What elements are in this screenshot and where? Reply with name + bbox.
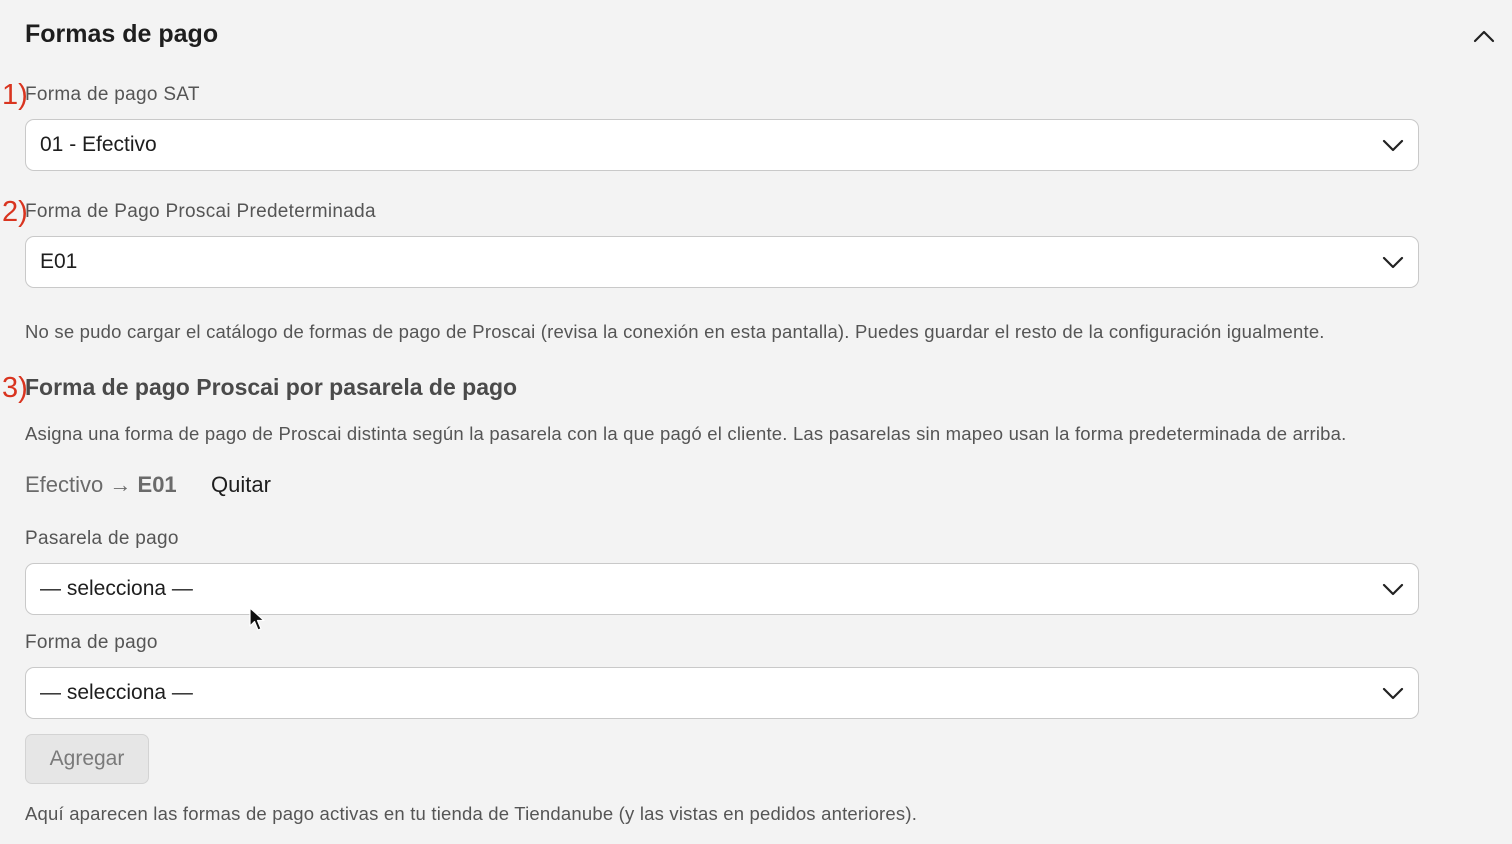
payment-method-label: Forma de pago xyxy=(25,632,158,653)
remove-mapping-button[interactable]: Quitar xyxy=(211,472,271,498)
annotation-marker-3: 3) xyxy=(2,372,28,404)
gateway-mapping-description: Asigna una forma de pago de Proscai dist… xyxy=(25,423,1347,444)
payment-method-select[interactable]: — selecciona — xyxy=(25,667,1419,719)
footer-note: Aquí aparecen las formas de pago activas… xyxy=(25,803,918,824)
add-mapping-button[interactable]: Agregar xyxy=(25,734,149,784)
sat-payment-label: Forma de pago SAT xyxy=(25,84,200,105)
default-proscai-select[interactable]: E01 xyxy=(25,236,1419,288)
default-proscai-value: E01 xyxy=(40,250,78,273)
chevron-up-icon[interactable] xyxy=(1472,26,1496,46)
sat-payment-select[interactable]: 01 - Efectivo xyxy=(25,119,1419,171)
mapping-gateway: Efectivo xyxy=(25,472,104,497)
gateway-mapping-heading: Forma de pago Proscai por pasarela de pa… xyxy=(25,374,518,400)
section-title: Formas de pago xyxy=(25,20,219,48)
sat-payment-value: 01 - Efectivo xyxy=(40,133,157,156)
gateway-label: Pasarela de pago xyxy=(25,528,179,549)
chevron-down-icon xyxy=(1382,256,1404,269)
chevron-down-icon xyxy=(1382,687,1404,700)
chevron-down-icon xyxy=(1382,583,1404,596)
mouse-cursor-icon xyxy=(249,607,265,631)
gateway-select-value: — selecciona — xyxy=(40,577,193,600)
mapping-code: E01 xyxy=(137,472,177,497)
arrow-icon: → xyxy=(109,472,132,497)
annotation-marker-1: 1) xyxy=(2,79,28,111)
gateway-select[interactable]: — selecciona — xyxy=(25,563,1419,615)
mapping-row: Efectivo → E01 xyxy=(25,472,177,498)
catalog-error-note: No se pudo cargar el catálogo de formas … xyxy=(25,321,1325,342)
payment-method-select-value: — selecciona — xyxy=(40,681,193,704)
chevron-down-icon xyxy=(1382,139,1404,152)
default-proscai-label: Forma de Pago Proscai Predeterminada xyxy=(25,201,376,222)
annotation-marker-2: 2) xyxy=(2,196,28,228)
